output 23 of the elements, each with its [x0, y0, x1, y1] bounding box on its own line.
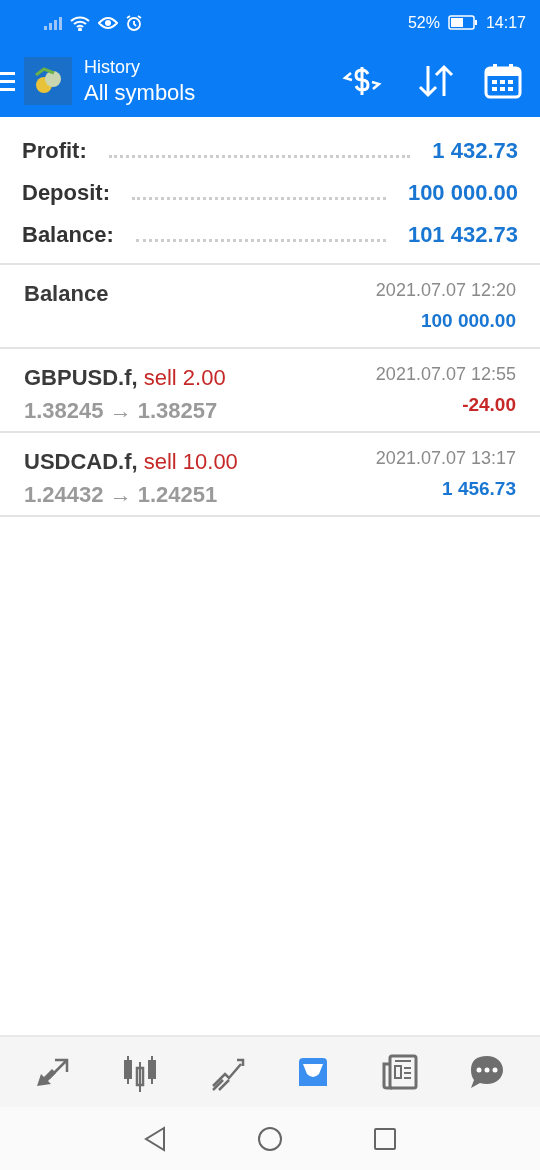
deal-side: sell 2.00 — [143, 364, 226, 392]
deal-amount: -24.00 — [462, 393, 516, 417]
deal-amount: 1 456.73 — [442, 477, 516, 501]
summary-label: Profit: — [22, 136, 87, 165]
summary-label: Deposit: — [22, 178, 110, 207]
deal-symbol: GBPUSD.f, — [24, 364, 138, 392]
screen-subtitle: All symbols — [84, 78, 196, 106]
summary-value: 100 000.00 — [407, 178, 518, 207]
deal-title: Balance — [24, 280, 110, 308]
deal-time: 2021.07.07 12:55 — [375, 363, 516, 386]
deal-symbol: USDCAD.f, — [24, 448, 138, 476]
deal-amount: 100 000.00 — [420, 309, 516, 333]
deal-time: 2021.07.07 13:17 — [375, 447, 516, 470]
screen-title: History — [84, 56, 141, 79]
summary-value: 1 432.73 — [432, 136, 518, 165]
deal-time: 2021.07.07 12:20 — [375, 279, 516, 302]
battery-percent: 52% — [407, 12, 440, 33]
deal-prices: 1.24432 → 1.24251 — [24, 481, 219, 509]
summary-label: Balance: — [22, 220, 114, 249]
deal-side: sell 10.00 — [143, 448, 238, 476]
clock: 14:17 — [485, 12, 526, 33]
summary-value: 101 432.73 — [407, 220, 518, 249]
deal-prices: 1.38245 → 1.38257 — [24, 397, 219, 425]
